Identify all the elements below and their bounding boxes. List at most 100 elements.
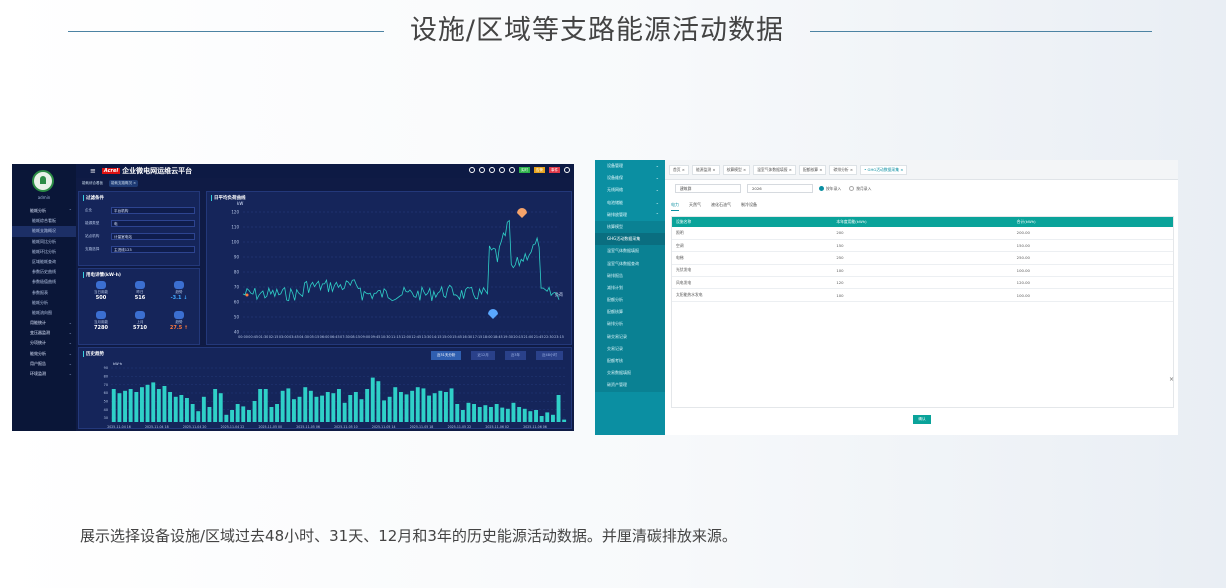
history-bar <box>365 389 370 422</box>
radio-dot[interactable] <box>849 186 855 191</box>
filter-select[interactable]: 平台机构 <box>111 206 195 214</box>
sidebar-item[interactable]: 交易记录 <box>595 342 665 355</box>
page-tab[interactable]: 温室气体数据填报 × <box>753 164 796 175</box>
stat-cell: 当日用能 500 <box>83 281 119 301</box>
sidebar-item[interactable]: 配额考核 <box>595 355 665 368</box>
sidebar-item[interactable]: 碳排报告 <box>595 269 665 282</box>
sidebar-item[interactable]: 能耗流向图 <box>12 308 76 318</box>
x-tick-label: 2025-11-04 22 <box>221 425 245 429</box>
filter-select[interactable]: 主进线123 <box>111 245 195 253</box>
page-tab[interactable]: 碳排分析 × <box>829 164 858 175</box>
y-tick-label: 90 <box>234 255 240 260</box>
ghg-controls: 建筑群 2026 按年录入 按月录入 <box>675 184 871 193</box>
history-bar <box>483 405 488 422</box>
sidebar-item[interactable]: 区域能耗查询 <box>12 257 76 267</box>
x-tick-label: 2025-11-04 20 <box>183 425 207 429</box>
history-bar <box>528 411 533 422</box>
sidebar-item[interactable]: 配额核算 <box>595 306 665 319</box>
sidebar-item[interactable]: 用户报告 ⌄ <box>12 359 76 369</box>
sidebar-item[interactable]: GHG活动数据采集 <box>595 233 665 246</box>
filter-select[interactable]: 电 <box>111 219 195 227</box>
history-bar <box>534 410 538 422</box>
page-title: 设施/区域等支路能源活动数据 <box>409 15 785 46</box>
sidebar-item[interactable]: 设备维保 ⌄ <box>595 172 665 184</box>
bell-icon[interactable] <box>509 167 515 173</box>
year-picker[interactable]: 2026 <box>747 184 813 193</box>
sidebar-item[interactable]: 变压器监测 ⌄ <box>12 328 76 338</box>
refresh-icon[interactable] <box>489 167 495 173</box>
max-pin-icon <box>517 208 527 218</box>
table-cell: 太阳能热水发电 <box>672 288 833 302</box>
chevron-icon: ⌄ <box>68 360 72 366</box>
sidebar-item[interactable]: 用能统计 ⌄ <box>12 318 76 328</box>
sidebar-item[interactable]: 交易数据填报 <box>595 367 665 380</box>
user-icon[interactable] <box>564 167 570 173</box>
history-bar <box>376 381 381 422</box>
energy-tab[interactable]: 电力 <box>671 202 679 211</box>
y-tick-label: 100 <box>231 240 239 245</box>
status-tag[interactable]: 事件 <box>549 167 560 173</box>
x-tick-label: 07:30 <box>340 335 350 339</box>
sidebar-item[interactable]: 温室气体数据填报 <box>595 245 665 258</box>
energy-tab[interactable]: 天然气 <box>689 202 701 211</box>
axis-unit: kW·h <box>113 362 122 366</box>
history-bar <box>145 384 150 422</box>
sidebar-item[interactable]: 设备管理 ⌄ <box>595 160 665 172</box>
confirm-button[interactable]: 确认 <box>913 415 931 424</box>
sidebar-item[interactable]: 碳交易记录 <box>595 330 665 343</box>
sidebar-item[interactable]: 参数报表 <box>12 288 76 298</box>
sidebar-item[interactable]: 配额分析 <box>595 294 665 307</box>
building-select[interactable]: 建筑群 <box>675 184 741 193</box>
radio-dot[interactable] <box>819 186 824 191</box>
history-bar-chart: kW·h 90 80 70 60 50 40 30 2025-11-04 16 2025-11-0… <box>104 362 567 429</box>
sidebar-item[interactable]: 能耗支路概况 <box>12 226 76 237</box>
globe-icon[interactable] <box>479 167 485 173</box>
y-tick-label: 60 <box>234 300 240 305</box>
table-cell: 电梯 <box>672 251 833 265</box>
history-bar <box>505 408 510 422</box>
sidebar-item[interactable]: 能耗分析 ⌃ <box>12 206 76 216</box>
close-icon[interactable]: × <box>1169 376 1174 383</box>
sidebar-item[interactable]: 温室气体数据查询 <box>595 257 665 270</box>
energy-tab[interactable]: 制冷设备 <box>741 202 757 211</box>
history-bar <box>359 399 364 422</box>
sidebar-item[interactable]: 核算模型 <box>595 220 665 234</box>
sidebar-item[interactable]: 无线网络 ⌄ <box>595 184 665 196</box>
sidebar-item[interactable]: 分项统计 ⌄ <box>12 338 76 348</box>
sidebar-item[interactable]: 碳排分析 <box>595 318 665 331</box>
stat-value: 516 <box>134 295 146 301</box>
sidebar-item[interactable]: 环境监测 ⌄ <box>12 369 76 379</box>
page-tab[interactable]: 核算模型 × <box>722 164 751 175</box>
sidebar-item[interactable]: 能耗环比分析 <box>12 247 76 257</box>
search-icon[interactable] <box>469 167 475 173</box>
sidebar-item[interactable]: 碳排放管理 ⌃ <box>595 209 665 221</box>
entry-mode-radio[interactable]: 按月录入 <box>849 186 871 192</box>
page-tab[interactable]: 配额核算 × <box>798 164 827 175</box>
tab-active[interactable]: 能耗支路概况 × <box>109 179 139 187</box>
sidebar-item[interactable]: 参数历史曲线 <box>12 267 76 277</box>
history-bar <box>427 395 431 422</box>
history-bar <box>562 419 567 422</box>
hamburger-icon[interactable]: ≡ <box>90 167 96 175</box>
sidebar-item[interactable]: 电池储能 ⌄ <box>595 197 665 209</box>
sidebar-item[interactable]: 能耗同比分析 <box>12 237 76 247</box>
entry-mode-radio[interactable]: 按年录入 <box>819 186 841 192</box>
page-tab[interactable]: • GHG活动数据采集 × <box>860 164 908 175</box>
breadcrumb-item[interactable]: 能耗综合看板 <box>80 180 105 187</box>
history-bar <box>500 407 505 422</box>
table-cell: 100 <box>832 288 1013 302</box>
page-tab[interactable]: 首页 × <box>669 164 689 175</box>
status-tag[interactable]: 实时 <box>519 167 530 173</box>
sidebar-item[interactable]: 能效分析 ⌄ <box>12 349 76 359</box>
energy-tab[interactable]: 液化石油气 <box>711 202 731 211</box>
page-tab[interactable]: 能源监测 × <box>691 164 720 175</box>
sidebar-item[interactable]: 参数极值曲线 <box>12 277 76 287</box>
filter-select[interactable]: 计量室电站 <box>111 232 195 240</box>
chevron-icon: ⌄ <box>655 163 659 168</box>
sidebar-item[interactable]: 能耗综合看板 <box>12 216 76 226</box>
sidebar-item[interactable]: 减排计划 <box>595 281 665 295</box>
fullscreen-icon[interactable] <box>499 167 505 173</box>
status-tag[interactable]: 告警 <box>534 167 545 173</box>
sidebar-item[interactable]: 能耗分析 <box>12 298 76 308</box>
sidebar-item[interactable]: 碳资产管理 <box>595 379 665 392</box>
